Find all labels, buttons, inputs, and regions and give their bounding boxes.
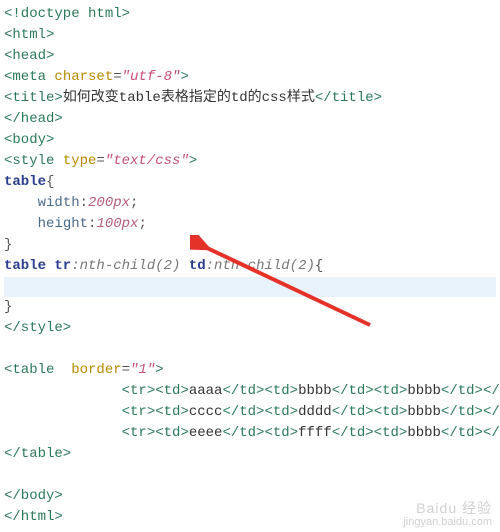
- line-doctype: <!doctype html>: [4, 4, 496, 25]
- line-selector-table: table{: [4, 172, 496, 193]
- line-selector-nthchild: table tr:nth-child(2) td:nth-child(2){: [4, 256, 496, 277]
- code-block: <!doctype html> <html> <head> <meta char…: [4, 4, 496, 528]
- line-head-close: </head>: [4, 109, 496, 130]
- table-row-2: <tr><td>cccc</td><td>dddd</td><td>bbbb</…: [4, 402, 496, 423]
- table-row-1: <tr><td>aaaa</td><td>bbbb</td><td>bbbb</…: [4, 381, 496, 402]
- line-table-open: <table border="1">: [4, 360, 496, 381]
- line-width: width:200px;: [4, 193, 496, 214]
- line-brace-close1: }: [4, 235, 496, 256]
- title-text: 如何改变table表格指定的td的css样式: [63, 90, 315, 106]
- line-style-open: <style type="text/css">: [4, 151, 496, 172]
- watermark: Baidu 经验 jingyan.baidu.com: [403, 501, 492, 528]
- line-meta: <meta charset="utf-8">: [4, 67, 496, 88]
- line-html-open: <html>: [4, 25, 496, 46]
- highlighted-line: [4, 277, 496, 297]
- line-table-close: </table>: [4, 444, 496, 465]
- watermark-brand: Baidu 经验: [403, 501, 492, 516]
- line-style-close: </style>: [4, 318, 496, 339]
- table-row-3: <tr><td>eeee</td><td>ffff</td><td>bbbb</…: [4, 423, 496, 444]
- line-body-open: <body>: [4, 130, 496, 151]
- line-head-open: <head>: [4, 46, 496, 67]
- watermark-sub: jingyan.baidu.com: [403, 516, 492, 528]
- blank-line-2: [4, 465, 496, 486]
- blank-line: [4, 339, 496, 360]
- line-brace-close2: }: [4, 297, 496, 318]
- doctype: <!doctype html>: [4, 6, 130, 22]
- line-title: <title>如何改变table表格指定的td的css样式</title>: [4, 88, 496, 109]
- line-height: height:100px;: [4, 214, 496, 235]
